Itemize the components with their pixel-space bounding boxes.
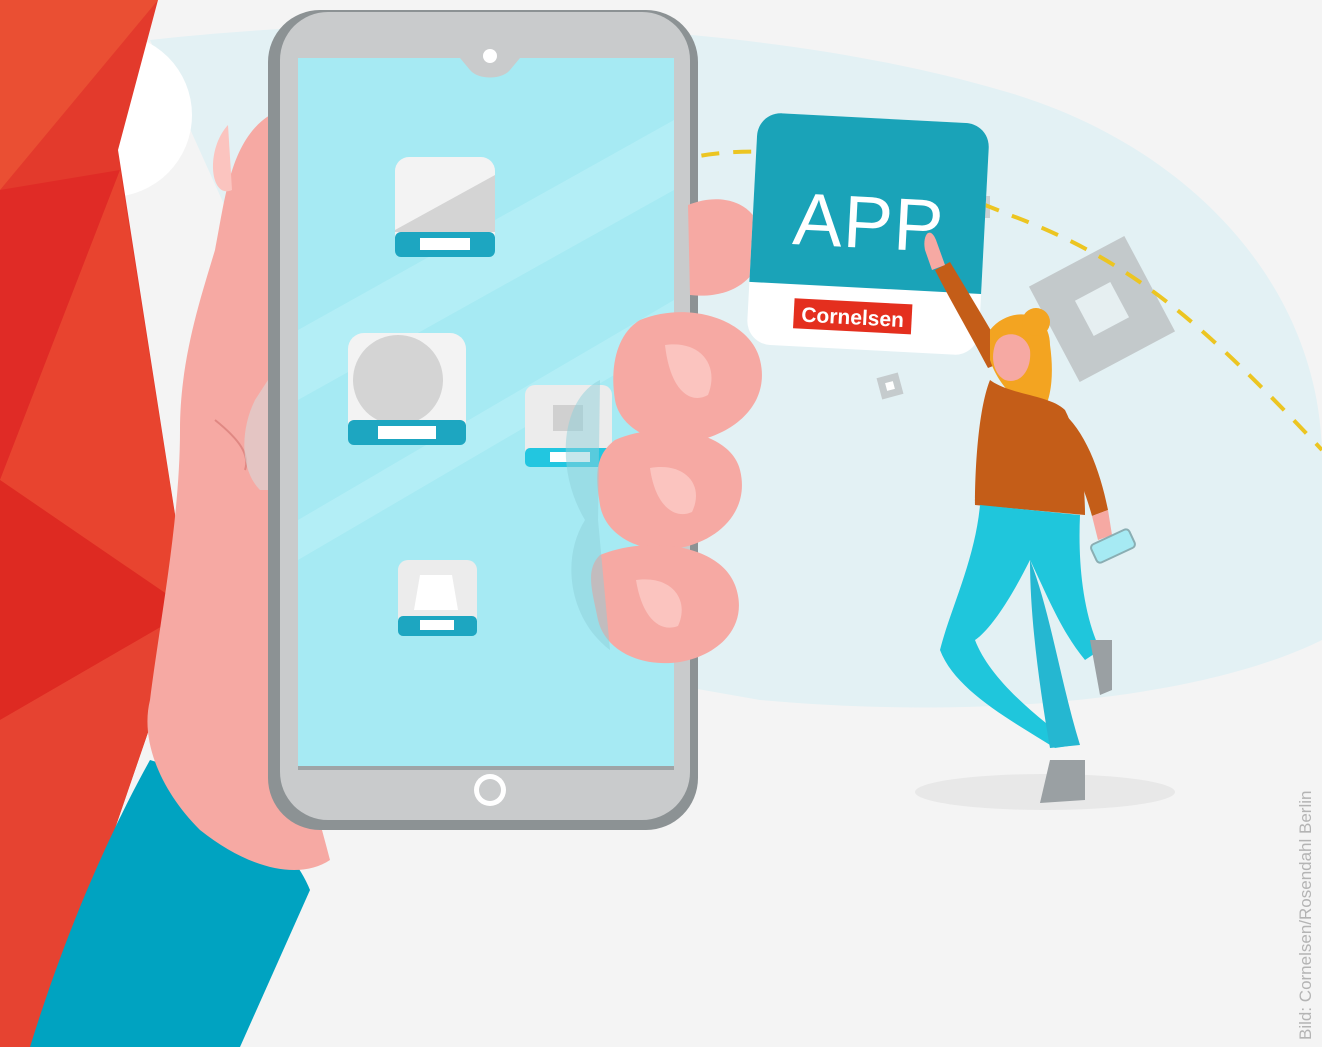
app-tile-icon xyxy=(348,333,466,445)
illustration-svg: APP Cornelsen xyxy=(0,0,1322,1047)
app-tile-icon xyxy=(398,560,477,636)
app-card-title: APP xyxy=(791,177,946,268)
app-card: APP Cornelsen xyxy=(747,113,989,355)
photo-credit: Bild: Cornelsen/Rosendahl Berlin xyxy=(1296,790,1315,1040)
illustration-canvas: APP Cornelsen Bild: Cornelsen/Rosendahl … xyxy=(0,0,1322,1047)
app-tile-icon xyxy=(395,157,495,257)
